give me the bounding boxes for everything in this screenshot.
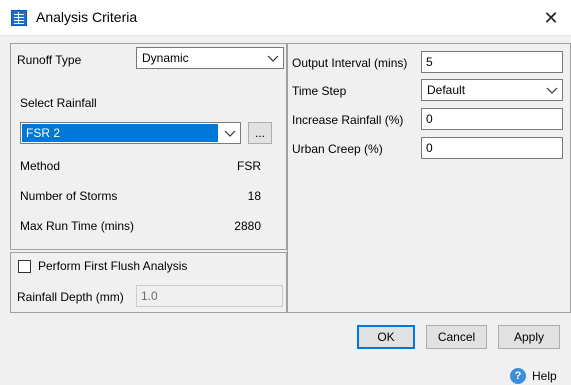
time-step-value: Default <box>427 83 466 97</box>
method-value: FSR <box>237 159 261 173</box>
rainfall-value: FSR 2 <box>26 126 61 140</box>
window-title: Analysis Criteria <box>36 9 138 25</box>
chevron-down-icon <box>546 83 558 97</box>
browse-rainfall-button[interactable]: ... <box>248 122 272 144</box>
max-run-time-label: Max Run Time (mins) <box>20 219 135 233</box>
number-of-storms-label: Number of Storms <box>20 189 118 203</box>
time-step-dropdown[interactable]: Default <box>421 79 563 101</box>
help-link[interactable]: ? Help <box>510 368 566 384</box>
table-grid-icon <box>11 10 27 26</box>
ok-button[interactable]: OK <box>357 325 415 349</box>
rainfall-dropdown[interactable]: FSR 2 <box>20 122 241 144</box>
help-label: Help <box>532 369 557 383</box>
runoff-type-dropdown[interactable]: Dynamic <box>136 47 284 69</box>
rainfall-depth-label: Rainfall Depth (mm) <box>17 290 124 304</box>
chevron-down-icon <box>224 126 236 140</box>
first-flush-label[interactable]: Perform First Flush Analysis <box>38 259 187 273</box>
rainfall-panel: Runoff Type Dynamic Select Rainfall FSR … <box>10 43 287 250</box>
chevron-down-icon <box>267 51 279 65</box>
help-circle-icon: ? <box>510 368 526 384</box>
title-bar: Analysis Criteria ✕ <box>0 0 571 36</box>
runoff-type-value: Dynamic <box>142 51 189 65</box>
increase-rainfall-input[interactable] <box>421 108 563 130</box>
time-step-label: Time Step <box>292 84 347 98</box>
first-flush-checkbox[interactable] <box>18 260 31 273</box>
runoff-type-label: Runoff Type <box>17 53 82 67</box>
method-label: Method <box>20 159 61 173</box>
apply-button[interactable]: Apply <box>498 325 560 349</box>
urban-creep-label: Urban Creep (%) <box>292 142 383 156</box>
max-run-time-value: 2880 <box>234 219 261 233</box>
close-button[interactable]: ✕ <box>531 0 571 36</box>
output-interval-label: Output Interval (mins) <box>292 56 408 70</box>
cancel-button[interactable]: Cancel <box>426 325 487 349</box>
first-flush-panel: Perform First Flush Analysis Rainfall De… <box>10 252 287 313</box>
select-rainfall-label: Select Rainfall <box>20 96 97 110</box>
output-interval-input[interactable] <box>421 51 563 73</box>
number-of-storms-value: 18 <box>247 189 261 203</box>
rainfall-depth-input[interactable] <box>136 285 283 307</box>
close-icon: ✕ <box>543 7 559 28</box>
parameters-panel: Output Interval (mins) Time Step Default… <box>287 43 571 313</box>
increase-rainfall-label: Increase Rainfall (%) <box>292 113 404 127</box>
urban-creep-input[interactable] <box>421 137 563 159</box>
